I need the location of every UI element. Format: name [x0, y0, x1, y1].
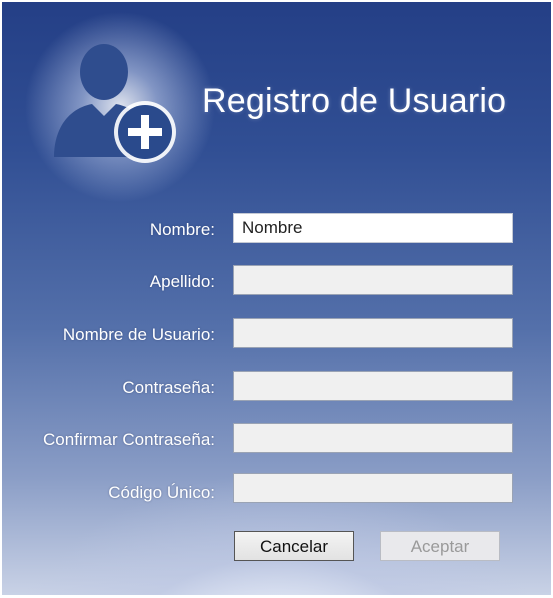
- username-input[interactable]: [233, 318, 513, 348]
- first-name-input[interactable]: [233, 213, 513, 243]
- registration-window: Registro de Usuario Nombre: Apellido: No…: [2, 2, 551, 595]
- unique-code-input[interactable]: [233, 473, 513, 503]
- confirm-password-label: Confirmar Contraseña:: [43, 430, 215, 449]
- unique-code-label: Código Único:: [108, 483, 215, 502]
- accept-button[interactable]: Aceptar: [380, 531, 500, 561]
- password-input[interactable]: [233, 371, 513, 401]
- username-label: Nombre de Usuario:: [62, 325, 215, 344]
- first-name-label: Nombre:: [149, 220, 215, 239]
- cancel-button[interactable]: Cancelar: [234, 531, 354, 561]
- page-title: Registro de Usuario: [202, 82, 507, 120]
- add-user-icon: [54, 44, 176, 163]
- last-name-label: Apellido:: [149, 272, 215, 291]
- last-name-input[interactable]: [233, 265, 513, 295]
- confirm-password-input[interactable]: [233, 423, 513, 453]
- password-label: Contraseña:: [122, 378, 215, 397]
